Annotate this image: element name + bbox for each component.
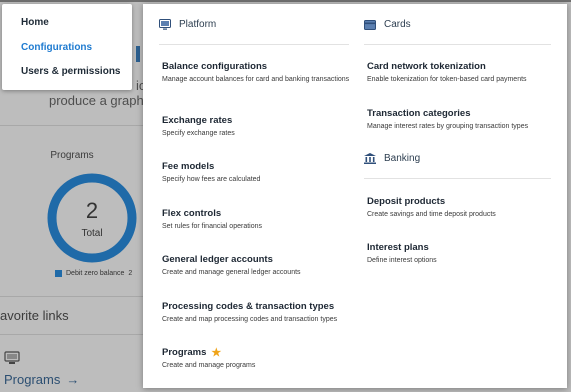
menu-item-description: Create and manage general ledger account… (162, 269, 301, 276)
menu-item-title-row: Programs ★ (162, 347, 362, 359)
section-title: Banking (384, 153, 421, 164)
menu-item-card-network-tokenization[interactable]: Card network tokenization Enable tokeniz… (367, 61, 567, 85)
bank-icon (364, 153, 376, 164)
menu-item-processing-codes[interactable]: Processing codes & transaction types Cre… (162, 301, 362, 325)
divider (159, 44, 349, 45)
section-banking: Banking (364, 153, 420, 164)
donut-total-value: 2 (85, 198, 99, 223)
menu-item-label: Deposit products (367, 196, 446, 207)
menu-item-flex-controls[interactable]: Flex controls Set rules for financial op… (162, 208, 362, 232)
donut-total-label: Total (81, 228, 103, 239)
section-title: Platform (179, 19, 217, 30)
menu-item-description: Create and map processing codes and tran… (162, 316, 338, 323)
favorite-link-programs[interactable]: Programs → (4, 372, 79, 387)
divider (364, 178, 551, 179)
menu-item-description: Specify how fees are calculated (162, 176, 261, 183)
nav-item-users-permissions[interactable]: Users & permissions (21, 66, 121, 77)
divider (0, 334, 144, 335)
menu-item-description: Enable tokenization for token-based card… (367, 76, 527, 83)
menu-item-interest-plans[interactable]: Interest plans Define interest options (367, 242, 567, 266)
top-frame (0, 0, 571, 2)
legend-swatch (55, 270, 62, 277)
section-title: Cards (384, 19, 411, 30)
favorite-link-label: Programs (4, 372, 61, 387)
donut-legend: Debit zero balance 2 (55, 270, 132, 277)
menu-item-description: Set rules for financial operations (162, 223, 262, 230)
arrow-right-icon: → (66, 372, 80, 387)
menu-item-label: Exchange rates (162, 115, 233, 126)
nav-item-configurations[interactable]: Configurations (21, 42, 92, 53)
menu-item-label: Flex controls (162, 208, 222, 219)
menu-item-description: Manage account balances for card and ban… (162, 76, 350, 83)
menu-item-label: Balance configurations (162, 61, 268, 72)
menu-item-description: Create and manage programs (162, 362, 256, 369)
menu-item-description: Define interest options (367, 257, 437, 264)
menu-item-fee-models[interactable]: Fee models Specify how fees are calculat… (162, 161, 362, 185)
configurations-menu: Platform Balance configurations Manage a… (143, 4, 567, 388)
divider (0, 296, 144, 297)
menu-item-label: General ledger accounts (162, 254, 273, 265)
menu-item-programs[interactable]: Programs ★ Create and manage programs (162, 347, 362, 371)
favorite-star-icon[interactable]: ★ (211, 348, 221, 359)
background-heading-fragment: produce a graph (49, 93, 144, 108)
menu-item-label: Processing codes & transaction types (162, 301, 335, 312)
menu-item-general-ledger-accounts[interactable]: General ledger accounts Create and manag… (162, 254, 362, 278)
nav-popup: Home Configurations Users & permissions (2, 4, 132, 90)
menu-item-label: Interest plans (367, 242, 429, 253)
legend-count: 2 (128, 270, 133, 277)
platform-icon (159, 19, 171, 30)
menu-item-deposit-products[interactable]: Deposit products Create savings and time… (367, 196, 567, 220)
background-accent-mark (136, 46, 140, 62)
menu-item-description: Create savings and time deposit products (367, 211, 496, 218)
menu-item-description: Manage interest rates by grouping transa… (367, 123, 529, 130)
menu-item-label: Card network tokenization (367, 61, 486, 72)
menu-item-label: Programs (162, 347, 207, 358)
monitor-icon (4, 351, 20, 364)
card-icon (364, 19, 376, 30)
favorite-links-title: avorite links (0, 308, 69, 323)
section-platform: Platform (159, 19, 216, 30)
divider (364, 44, 551, 45)
menu-item-balance-configurations[interactable]: Balance configurations Manage account ba… (162, 61, 362, 85)
menu-item-label: Fee models (162, 161, 215, 172)
section-cards: Cards (364, 19, 411, 30)
nav-item-home[interactable]: Home (21, 17, 49, 28)
menu-item-label: Transaction categories (367, 108, 471, 119)
legend-label: Debit zero balance (66, 270, 125, 277)
menu-item-transaction-categories[interactable]: Transaction categories Manage interest r… (367, 108, 567, 132)
programs-card-title: Programs (50, 150, 94, 161)
menu-item-exchange-rates[interactable]: Exchange rates Specify exchange rates (162, 115, 362, 139)
menu-item-description: Specify exchange rates (162, 130, 235, 137)
